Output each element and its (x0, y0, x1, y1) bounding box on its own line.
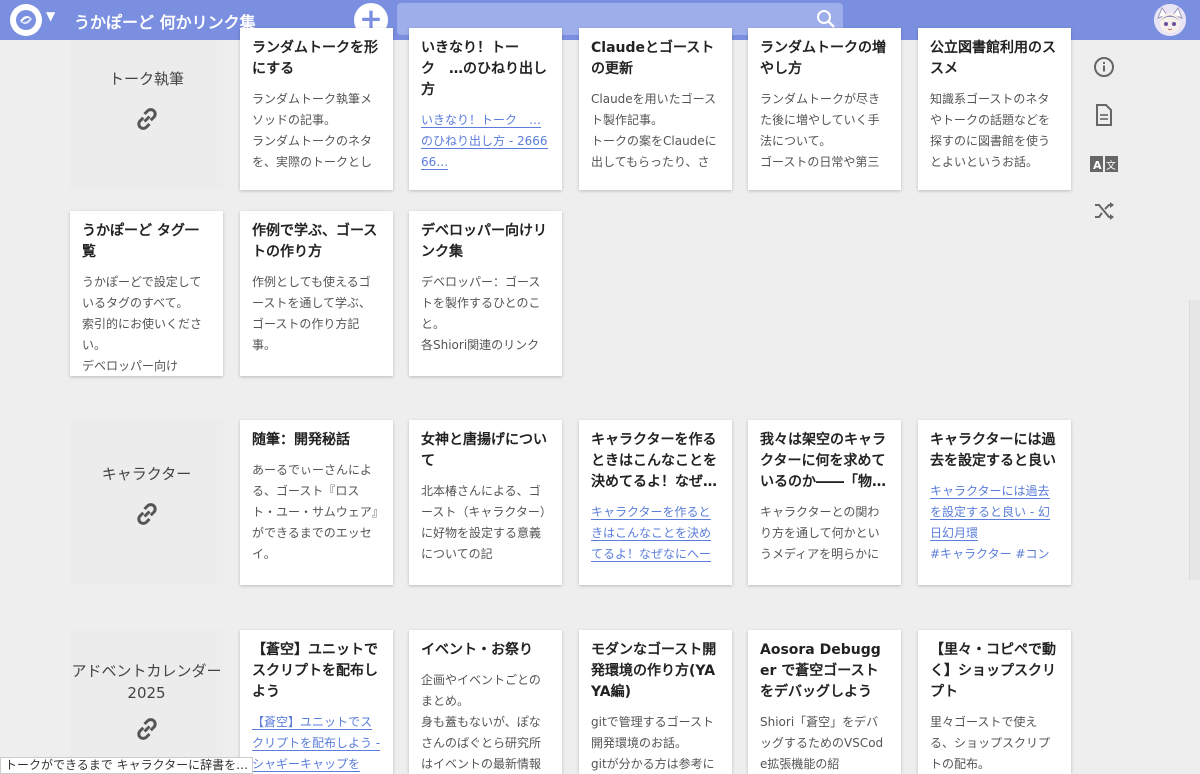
card-title[interactable]: 女神と唐揚げについて (421, 430, 550, 472)
svg-text:A: A (1093, 159, 1102, 172)
translate-icon[interactable]: A文 (1090, 150, 1118, 178)
card[interactable]: Claudeとゴーストの更新 Claudeを用いたゴースト製作記事。 トークの案… (579, 28, 732, 190)
section-title: キャラクター (101, 465, 192, 483)
card-description: うかぽーどで設定しているタグのすべて。 索引的にお使いください。 デベロッパー向… (82, 275, 203, 373)
link-icon[interactable] (132, 499, 162, 529)
app-title[interactable]: うかぽーど 何かリンク集 (74, 9, 256, 33)
card[interactable]: 我々は架空のキャラクターに何を求めているのか――「物… キャラクターとの関わり方… (748, 420, 901, 585)
status-bar: トークができるまで キャラクターに辞書を… (0, 757, 254, 774)
card-description: 北本椿さんによる、ゴースト（キャラクター）に好物を設定する意義についての記 (421, 484, 546, 561)
card-title[interactable]: ランダムトークを形にする (252, 38, 381, 80)
card[interactable]: キャラクターを作るときはこんなことを決めてるよ！なぜ… キャラクターを作るときは… (579, 420, 732, 585)
card-tags[interactable]: #キャラクター #コン (930, 544, 1059, 565)
card-title[interactable]: キャラクターには過去を設定すると良い (930, 430, 1059, 472)
card-title[interactable]: 公立図書館利用のススメ (930, 38, 1059, 80)
chevron-down-icon[interactable]: ▼ (46, 9, 55, 23)
card-title[interactable]: 我々は架空のキャラクターに何を求めているのか――「物… (760, 430, 889, 493)
card[interactable]: 女神と唐揚げについて 北本椿さんによる、ゴースト（キャラクター）に好物を設定する… (409, 420, 562, 585)
card[interactable]: 【蒼空】ユニットでスクリプトを配布しよう 【蒼空】ユニットでスクリプトを配布しよ… (240, 630, 393, 774)
card-description: ランダムトーク執筆メソッドの記事。 ランダムトークのネタを、実際のトークとし (252, 92, 373, 169)
card-title[interactable]: Claudeとゴーストの更新 (591, 38, 720, 80)
card-description: gitで管理するゴースト開発環境のお話。 gitが分かる方は参考に (591, 715, 715, 771)
link-icon[interactable] (132, 714, 162, 744)
card-link[interactable]: 【蒼空】ユニットでスクリプトを配布しよう - シャギーキャップを (252, 712, 381, 774)
card-description: ランダムトークが尽きた後に増やしていく手法について。 ゴーストの日常や第三 (760, 92, 881, 169)
card-title[interactable]: 作例で学ぶ、ゴーストの作り方 (252, 221, 381, 263)
document-icon[interactable] (1090, 101, 1118, 129)
card-title[interactable]: イベント・お祭り (421, 640, 550, 661)
section-title: トーク執筆 (108, 70, 184, 88)
card-description: 知識系ゴーストのネタやトークの話題などを探すのに図書館を使うとよいというお話。 (930, 92, 1051, 169)
card-description: キャラクターとの関わり方を通して何かというメディアを明らかに (760, 505, 880, 561)
card-link[interactable]: キャラクターを作るときはこんなことを決めてるよ！なぜなにへー (591, 502, 720, 565)
section-title: アドベントカレンダー2025 (71, 662, 222, 702)
card[interactable]: デベロッパー向けリンク集 デベロッパー：ゴーストを製作するひとのこと。 各Shi… (409, 211, 562, 376)
shuffle-icon[interactable] (1090, 197, 1118, 225)
scrollbar[interactable] (1189, 300, 1200, 580)
card-link[interactable]: いきなり！トーク …のひねり出し方 - 266666… (421, 110, 550, 173)
card[interactable]: 【里々・コピペで動く】ショップスクリプト 里々ゴーストで使える、ショップスクリプ… (918, 630, 1071, 774)
link-icon[interactable] (132, 104, 162, 134)
card-description: 企画やイベントごとのまとめ。 身も蓋もないが、ぽなさんのぱぐとら研究所はイベント… (421, 673, 542, 771)
card[interactable]: 随筆：開発秘話 あーるでぃーさんによる、ゴースト『ロスト・ユー・サムウェア』がで… (240, 420, 393, 585)
card-title[interactable]: モダンなゴースト開発環境の作り方(YAYA編) (591, 640, 720, 703)
card[interactable]: いきなり！トーク …のひねり出し方 いきなり！トーク …のひねり出し方 - 26… (409, 28, 562, 190)
card-title[interactable]: Aosora Debugger で蒼空ゴーストをデバッグしよう (760, 640, 889, 703)
card[interactable]: Aosora Debugger で蒼空ゴーストをデバッグしよう Shiori「蒼… (748, 630, 901, 774)
card-title[interactable]: ランダムトークの増やし方 (760, 38, 889, 80)
card-title[interactable]: 随筆：開発秘話 (252, 430, 381, 451)
card-description: デベロッパー：ゴーストを製作するひとのこと。 各Shiori関連のリンク (421, 275, 541, 352)
card-description: 里々ゴーストで使える、ショップスクリプトの配布。 (930, 715, 1051, 771)
card[interactable]: うかぽーど タグ一覧 うかぽーどで設定しているタグのすべて。 索引的にお使いくだ… (70, 211, 223, 376)
card-link-text[interactable]: キャラクターを作るときはこんなことを決めてるよ！なぜなにへー (591, 505, 712, 562)
card-link[interactable]: キャラクターには過去を設定すると良い - 幻日幻月環 (930, 481, 1059, 544)
card-title[interactable]: デベロッパー向けリンク集 (421, 221, 550, 263)
section-label-talk: トーク執筆 (70, 40, 223, 190)
card[interactable]: 作例で学ぶ、ゴーストの作り方 作例としても使えるゴーストを通して学ぶ、ゴーストの… (240, 211, 393, 376)
card-title[interactable]: 【里々・コピペで動く】ショップスクリプト (930, 640, 1059, 703)
card[interactable]: 公立図書館利用のススメ 知識系ゴーストのネタやトークの話題などを探すのに図書館を… (918, 28, 1071, 190)
card-title[interactable]: うかぽーど タグ一覧 (82, 221, 211, 263)
avatar[interactable] (1154, 4, 1186, 36)
svg-text:文: 文 (1106, 159, 1116, 172)
section-label-character: キャラクター (70, 420, 223, 585)
card-title[interactable]: キャラクターを作るときはこんなことを決めてるよ！なぜ… (591, 430, 720, 493)
card-title[interactable]: いきなり！トーク …のひねり出し方 (421, 38, 550, 101)
card[interactable]: キャラクターには過去を設定すると良い キャラクターには過去を設定すると良い - … (918, 420, 1071, 585)
card-title[interactable]: 【蒼空】ユニットでスクリプトを配布しよう (252, 640, 381, 703)
card-description: Claudeを用いたゴースト製作記事。 トークの案をClaudeに出してもらった… (591, 92, 717, 169)
info-icon[interactable] (1090, 53, 1118, 81)
card[interactable]: ランダムトークを形にする ランダムトーク執筆メソッドの記事。 ランダムトークのネ… (240, 28, 393, 190)
card-description: Shiori「蒼空」をデバッグするためのVSCode拡張機能の紹 (760, 715, 884, 771)
card-description: 作例としても使えるゴーストを通して学ぶ、ゴーストの作り方記事。 (252, 275, 372, 352)
app-logo[interactable] (10, 4, 42, 36)
card[interactable]: モダンなゴースト開発環境の作り方(YAYA編) gitで管理するゴースト開発環境… (579, 630, 732, 774)
section-label-advent: アドベントカレンダー2025 (70, 630, 223, 774)
card-link-text[interactable]: 【蒼空】ユニットでスクリプトを配布しよう - シャギーキャップを (252, 715, 381, 772)
card-description: あーるでぃーさんによる、ゴースト『ロスト・ユー・サムウェア』ができるまでのエッセ… (252, 463, 378, 561)
card-link-text[interactable]: いきなり！トーク …のひねり出し方 - 266666… (421, 113, 548, 170)
card[interactable]: ランダムトークの増やし方 ランダムトークが尽きた後に増やしていく手法について。 … (748, 28, 901, 190)
card-link-text[interactable]: キャラクターには過去を設定すると良い - 幻日幻月環 (930, 484, 1050, 541)
card[interactable]: イベント・お祭り 企画やイベントごとのまとめ。 身も蓋もないが、ぽなさんのぱぐと… (409, 630, 562, 774)
logo-icon (16, 10, 36, 30)
